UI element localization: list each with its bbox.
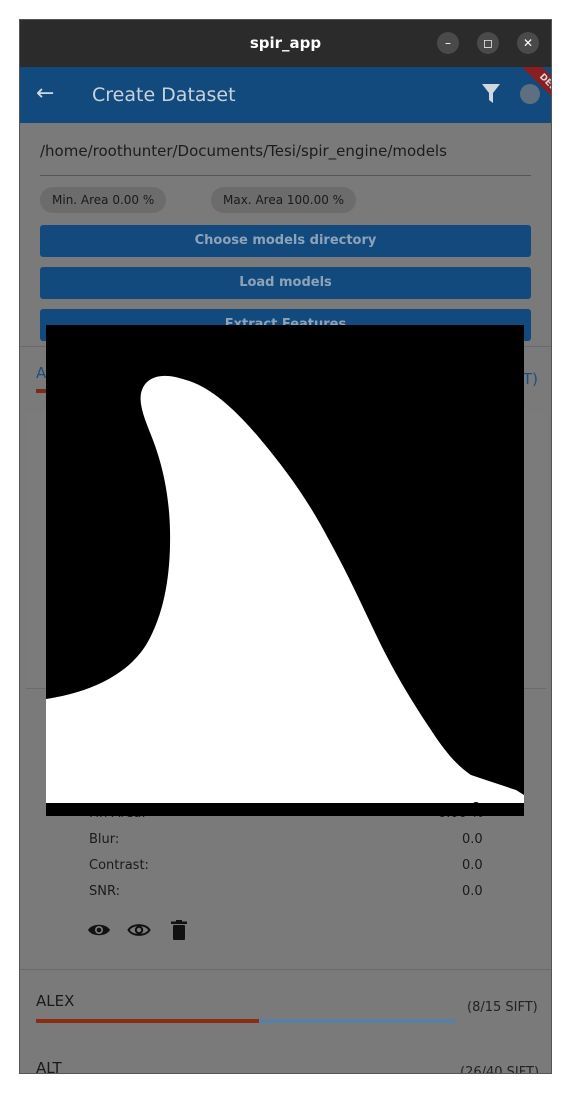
app-window: spir_app – ◻ ✕ ← Create Dataset /home/ro… — [19, 19, 552, 1074]
model-tab-right[interactable]: T) — [523, 370, 538, 388]
path-underline — [40, 175, 531, 176]
model-sift-count: (8/15 SIFT) — [467, 1000, 538, 1015]
contrast-value: 0.0 — [462, 858, 483, 873]
model-progress-bar — [36, 1019, 455, 1023]
blur-value: 0.0 — [462, 832, 483, 847]
page-title: Create Dataset — [92, 84, 236, 106]
debug-banner: DEBUG — [497, 67, 551, 147]
max-area-chip[interactable]: Max. Area 100.00 % — [211, 187, 357, 213]
blur-label: Blur: — [89, 832, 120, 847]
snr-value: 0.0 — [462, 884, 483, 899]
model-name[interactable]: ALEX — [36, 992, 74, 1010]
models-path[interactable]: /home/roothunter/Documents/Tesi/spir_eng… — [40, 142, 530, 160]
model-name[interactable]: ALT — [36, 1059, 62, 1073]
snr-label: SNR: — [89, 884, 120, 899]
delete-icon[interactable] — [167, 918, 191, 942]
model-tab-left[interactable]: A — [36, 364, 46, 382]
minimize-button[interactable]: – — [437, 32, 459, 54]
eye-filled-icon[interactable] — [87, 918, 111, 942]
eye-outline-icon[interactable] — [127, 918, 151, 942]
model-sift-count: (26/40 SIFT) — [460, 1065, 540, 1074]
load-models-button[interactable]: Load models — [40, 267, 531, 299]
app-bar: ← Create Dataset — [20, 67, 551, 123]
choose-models-directory-button[interactable]: Choose models directory — [40, 225, 531, 257]
min-area-chip[interactable]: Min. Area 0.00 % — [40, 187, 167, 213]
fin-mask-image — [46, 325, 524, 816]
close-button[interactable]: ✕ — [517, 32, 539, 54]
debug-label: DEBUG — [514, 67, 551, 127]
contrast-label: Contrast: — [89, 858, 149, 873]
window-title: spir_app — [249, 34, 322, 52]
model-progress-fill — [36, 1019, 260, 1023]
title-bar: spir_app – ◻ ✕ — [20, 20, 551, 67]
back-arrow-icon[interactable]: ← — [36, 81, 54, 106]
maximize-button[interactable]: ◻ — [477, 32, 499, 54]
divider — [20, 969, 551, 970]
